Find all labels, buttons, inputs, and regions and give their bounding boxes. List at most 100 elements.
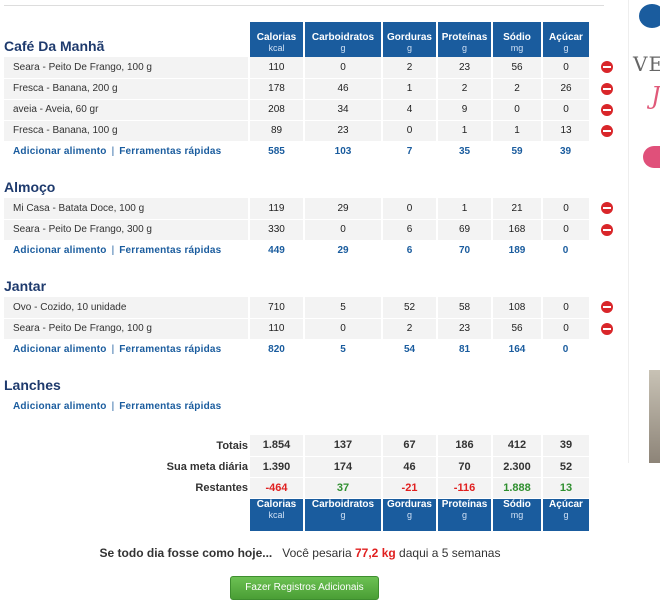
projection-text-after: daqui a 5 semanas xyxy=(399,546,501,560)
footer-header-row: Calorias kcal Carboidratos g Gorduras g Proteí… xyxy=(4,498,624,531)
column-header: Gorduras g xyxy=(381,498,437,531)
food-nutrient-value: 0 xyxy=(491,99,542,121)
column-header-unit: g xyxy=(406,509,412,520)
food-name[interactable]: Ovo - Cozido, 10 unidade xyxy=(4,297,249,319)
food-name[interactable]: Seara - Peito De Frango, 100 g xyxy=(4,57,249,79)
remove-food-icon[interactable] xyxy=(600,61,613,74)
food-nutrient-value: 0 xyxy=(541,318,589,340)
food-row[interactable]: Seara - Peito De Frango, 300 g 330 0 6 69 168… xyxy=(4,219,624,241)
food-nutrient-value: 9 xyxy=(436,99,492,121)
remove-food-icon[interactable] xyxy=(600,223,613,236)
remove-food-icon[interactable] xyxy=(600,124,613,137)
remove-food-icon[interactable] xyxy=(600,103,613,116)
food-nutrient-value: 0 xyxy=(541,219,589,241)
ad-person-image xyxy=(649,370,660,463)
additional-entries-button[interactable]: Fazer Registros Adicionais xyxy=(230,576,379,600)
column-header-label: Calorias xyxy=(256,498,297,510)
meal-title: Café Da Manhã xyxy=(4,38,105,54)
food-row[interactable]: Ovo - Cozido, 10 unidade 710 5 52 58 108 0 xyxy=(4,297,624,319)
daily-goal-row-value: 70 xyxy=(436,456,492,478)
food-name[interactable]: Seara - Peito De Frango, 100 g xyxy=(4,318,249,340)
remaining-row-value: 37 xyxy=(303,477,382,499)
remove-food-icon[interactable] xyxy=(600,82,613,95)
quick-tools-link[interactable]: Ferramentas rápidas xyxy=(119,245,221,256)
remove-food-icon[interactable] xyxy=(600,202,613,215)
food-row[interactable]: Mi Casa - Batata Doce, 100 g 119 29 0 1 21 0 xyxy=(4,198,624,220)
food-nutrient-value: 0 xyxy=(303,318,382,340)
food-name[interactable]: Mi Casa - Batata Doce, 100 g xyxy=(4,198,249,220)
daily-goal-row-value: 174 xyxy=(303,456,382,478)
food-name[interactable]: Seara - Peito De Frango, 300 g xyxy=(4,219,249,241)
column-header-label: Açúcar xyxy=(549,32,583,43)
link-separator: | xyxy=(111,245,115,257)
food-nutrient-value: 21 xyxy=(491,198,542,220)
meal-header-row: Lanches xyxy=(4,360,624,396)
column-header-unit: g xyxy=(563,509,569,520)
food-nutrient-value: 119 xyxy=(248,198,304,220)
meal-header-row: Almoço xyxy=(4,162,624,198)
remaining-row-value: 13 xyxy=(541,477,589,499)
add-food-link[interactable]: Adicionar alimento xyxy=(13,344,107,355)
food-nutrient-value: 56 xyxy=(491,318,542,340)
food-nutrient-value: 710 xyxy=(248,297,304,319)
meal-title: Jantar xyxy=(4,278,47,294)
ad-logo-icon xyxy=(639,4,660,28)
food-diary-table: Café Da Manhã Calorias kcal Carboidratos g Go… xyxy=(4,22,624,531)
remove-food-icon[interactable] xyxy=(600,322,613,335)
projection-text-before: Você pesaria xyxy=(282,546,352,560)
daily-goal-row-value: 2.300 xyxy=(491,456,542,478)
column-header: Calorias kcal xyxy=(248,22,304,57)
daily-goal-row-value: 52 xyxy=(541,456,589,478)
food-row[interactable]: Fresca - Banana, 200 g 178 46 1 2 2 26 xyxy=(4,78,624,100)
food-row[interactable]: Fresca - Banana, 100 g 89 23 0 1 1 13 xyxy=(4,120,624,142)
food-nutrient-value: 4 xyxy=(381,99,437,121)
column-header-unit: g xyxy=(340,509,346,520)
column-header-label: Calorias xyxy=(256,32,297,43)
quick-tools-link[interactable]: Ferramentas rápidas xyxy=(119,146,221,157)
meal-summary-row: Adicionar alimento | Ferramentas rápidas 58… xyxy=(4,141,624,162)
add-food-link[interactable]: Adicionar alimento xyxy=(13,245,107,256)
totals-row-value: 137 xyxy=(303,435,382,457)
totals-row: Totais 1.854 137 67 186 412 39 xyxy=(4,435,624,457)
food-nutrient-value: 26 xyxy=(541,78,589,100)
totals-row-label: Totais xyxy=(216,439,248,452)
food-row[interactable]: Seara - Peito De Frango, 100 g 110 0 2 23 56 0 xyxy=(4,318,624,340)
food-nutrient-value: 2 xyxy=(381,318,437,340)
food-name[interactable]: Fresca - Banana, 100 g xyxy=(4,120,249,142)
column-header-label: Sódio xyxy=(503,32,531,43)
meal-title: Almoço xyxy=(4,179,56,195)
food-name[interactable]: aveia - Aveia, 60 gr xyxy=(4,99,249,121)
column-header-unit: mg xyxy=(510,509,524,520)
advertisement-banner[interactable]: VE J xyxy=(628,0,660,463)
meal-total-value: 29 xyxy=(337,245,349,257)
daily-goal-row: Sua meta diária 1.390 174 46 70 2.300 52 xyxy=(4,456,624,478)
column-header-unit: mg xyxy=(510,43,524,53)
food-nutrient-value: 0 xyxy=(381,120,437,142)
meal-total-value: 820 xyxy=(268,344,285,356)
remove-food-icon[interactable] xyxy=(600,301,613,314)
totals-row-value: 1.854 xyxy=(248,435,304,457)
food-nutrient-value: 29 xyxy=(303,198,382,220)
food-nutrient-value: 46 xyxy=(303,78,382,100)
column-header-label: Gorduras xyxy=(386,32,432,43)
column-header-unit: kcal xyxy=(268,509,285,520)
top-divider xyxy=(4,5,604,6)
remaining-row: Restantes -464 37 -21 -116 1.888 13 xyxy=(4,477,624,499)
add-food-link[interactable]: Adicionar alimento xyxy=(13,146,107,157)
food-nutrient-value: 23 xyxy=(303,120,382,142)
food-nutrient-value: 52 xyxy=(381,297,437,319)
food-row[interactable]: aveia - Aveia, 60 gr 208 34 4 9 0 0 xyxy=(4,99,624,121)
food-name[interactable]: Fresca - Banana, 200 g xyxy=(4,78,249,100)
column-header: Carboidratos g xyxy=(303,22,382,57)
quick-tools-link[interactable]: Ferramentas rápidas xyxy=(119,401,221,412)
food-nutrient-value: 1 xyxy=(436,198,492,220)
food-nutrient-value: 0 xyxy=(541,99,589,121)
add-food-link[interactable]: Adicionar alimento xyxy=(13,401,107,412)
food-nutrient-value: 208 xyxy=(248,99,304,121)
quick-tools-link[interactable]: Ferramentas rápidas xyxy=(119,344,221,355)
meal-total-value: 59 xyxy=(511,146,523,158)
ad-cta-button[interactable] xyxy=(643,146,660,168)
food-row[interactable]: Seara - Peito De Frango, 100 g 110 0 2 23 56 0 xyxy=(4,57,624,79)
meal-total-value: 81 xyxy=(458,344,471,356)
column-header-label: Proteínas xyxy=(441,32,488,43)
